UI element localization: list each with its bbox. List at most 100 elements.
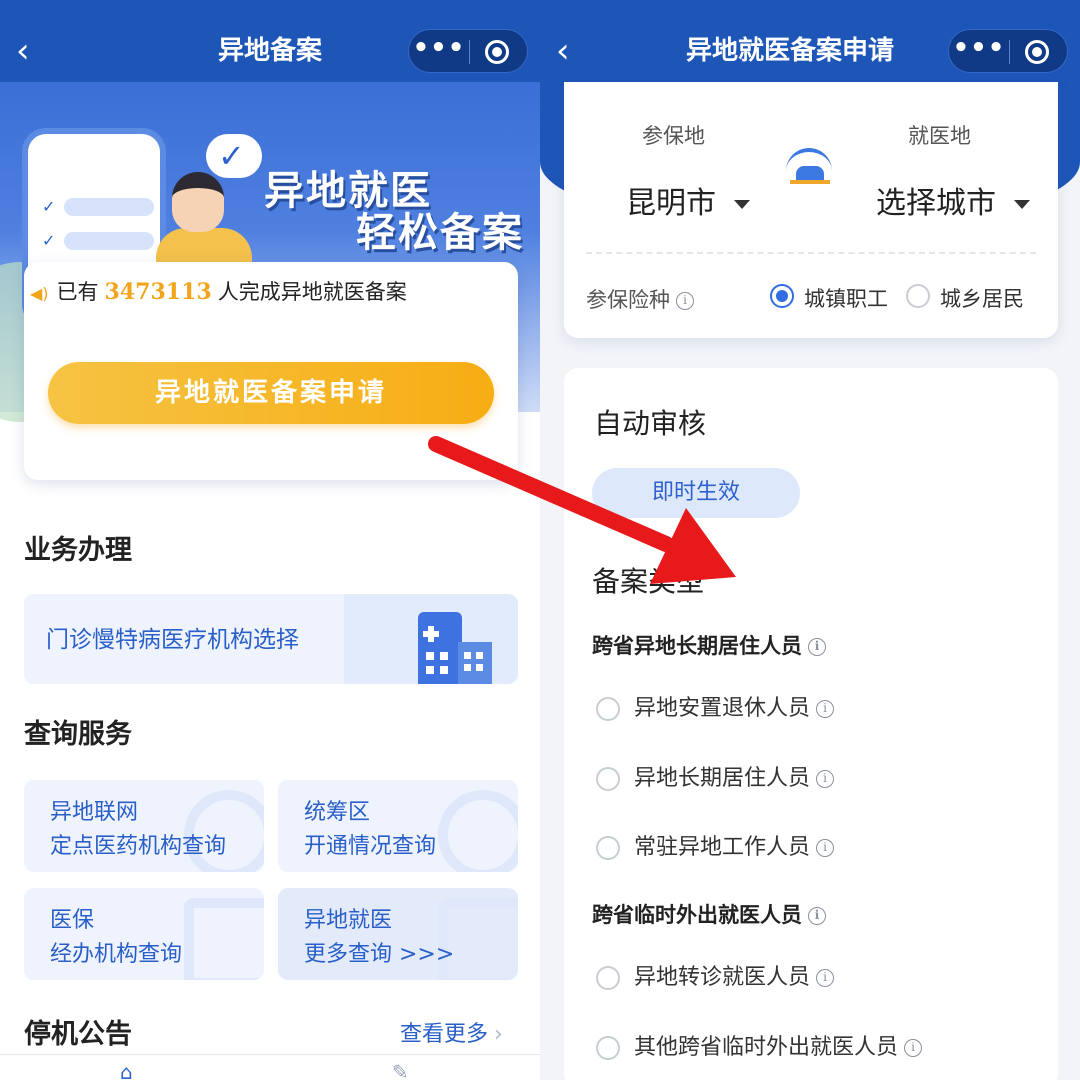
info-icon[interactable]: i (808, 638, 826, 656)
more-dots-icon[interactable]: ••• (409, 30, 469, 74)
option-text: 异地转诊就医人员 (634, 965, 811, 990)
auto-review-title: 自动审核 (594, 407, 707, 440)
edit-tab-icon[interactable]: ✎ (392, 1062, 420, 1080)
right-nav-bar: ‹ 异地就医备案申请 ••• (540, 0, 1080, 82)
radio-button[interactable] (596, 836, 620, 860)
chat-check-bubble-icon: ✓ (206, 134, 262, 178)
urban-employee-label[interactable]: 城镇职工 (804, 283, 888, 313)
query-card-more[interactable]: 异地就医 更多查询 >>> (278, 888, 518, 980)
info-icon[interactable]: i (808, 907, 826, 925)
record-type-title: 备案类型 (592, 565, 705, 598)
bottom-tab-bar: ⌂ ✎ (0, 1054, 540, 1080)
treatment-city-value: 选择城市 (876, 186, 996, 221)
option-text: 常驻异地工作人员 (634, 835, 811, 860)
annex-window (476, 664, 483, 671)
notice-prefix: 已有 (56, 280, 99, 304)
group-temporary-treatment: 跨省临时外出就医人员 i (592, 899, 826, 929)
query-card-agencies[interactable]: 医保 经办机构查询 (24, 888, 264, 980)
layers-decoration-icon (184, 898, 264, 980)
insured-city-value: 昆明市 (626, 186, 716, 221)
close-target-icon[interactable] (485, 40, 509, 64)
info-icon[interactable]: i (816, 969, 835, 987)
group-long-term-residents: 跨省异地长期居住人员 i (592, 630, 826, 660)
speaker-icon: ◀) (30, 284, 49, 303)
radio-button[interactable] (596, 1036, 620, 1060)
completed-count: 3473113 (104, 279, 212, 305)
completed-count-notice: ◀) 已有 3473113 人完成异地就医备案 (30, 276, 407, 308)
option-resettled-retiree[interactable]: 异地安置退休人员 i (596, 694, 1036, 724)
annex-window (476, 652, 483, 659)
insured-city-select[interactable]: 昆明市 (626, 178, 750, 222)
insurance-type-label: 参保险种 i (586, 284, 694, 314)
annex-window (464, 652, 471, 659)
option-long-term-resident[interactable]: 异地长期居住人员 i (596, 764, 1036, 794)
query-card-line2: 更多查询 >>> (304, 942, 455, 967)
swap-city-icon[interactable] (784, 146, 836, 190)
mini-program-capsule: ••• (948, 29, 1068, 73)
location-pin-decoration-icon (438, 790, 518, 872)
query-card-pooling-area[interactable]: 统筹区 开通情况查询 (278, 780, 518, 872)
screenshot-stage: ‹ 异地备案 ••• ✓ ✓ ✓ 异地就医 轻松备案 ◀) 已有 3473113 人完… (0, 0, 1080, 1080)
query-card-line1: 异地联网 (50, 800, 139, 825)
home-tab-icon[interactable]: ⌂ (120, 1062, 148, 1080)
option-label: 常驻异地工作人员 i (634, 833, 835, 863)
radio-urban-rural-resident[interactable] (906, 284, 930, 308)
query-card-line1: 统筹区 (304, 800, 371, 825)
radio-button[interactable] (596, 767, 620, 791)
left-nav-bar: ‹ 异地备案 ••• (0, 0, 540, 82)
person-illustration-head (172, 172, 224, 232)
dropdown-caret-icon (1014, 200, 1030, 209)
urban-rural-resident-label[interactable]: 城乡居民 (940, 283, 1024, 313)
check-icon: ✓ (42, 197, 56, 216)
info-icon[interactable]: i (816, 770, 835, 788)
info-icon[interactable]: i (676, 292, 694, 310)
hospital-window (426, 666, 434, 674)
hospital-cross-h (423, 631, 439, 637)
swap-road (790, 180, 830, 184)
treatment-city-select[interactable]: 选择城市 (876, 178, 1030, 222)
option-label: 其他跨省临时外出就医人员 i (634, 1033, 923, 1063)
info-icon[interactable]: i (816, 839, 835, 857)
insured-place-label: 参保地 (642, 124, 705, 148)
location-divider (586, 252, 1036, 254)
hospital-annex-icon (458, 642, 492, 684)
hospital-window (440, 666, 448, 674)
hospital-window (440, 652, 448, 660)
view-more-label: 查看更多 (400, 1022, 489, 1047)
option-referral-treatment[interactable]: 异地转诊就医人员 i (596, 963, 1036, 993)
option-label: 异地安置退休人员 i (634, 694, 835, 724)
insurance-type-text: 参保险种 (586, 288, 670, 312)
option-label: 异地转诊就医人员 i (634, 963, 835, 993)
radio-button[interactable] (596, 697, 620, 721)
close-target-icon[interactable] (1025, 40, 1049, 64)
phone-row (64, 198, 154, 216)
more-dots-icon[interactable]: ••• (949, 30, 1009, 74)
query-card-line2: 开通情况查询 (304, 834, 437, 859)
apply-remote-filing-button[interactable]: 异地就医备案申请 (48, 362, 494, 424)
info-icon[interactable]: i (904, 1039, 923, 1057)
instant-effect-badge: 即时生效 (592, 468, 800, 518)
outpatient-institution-label: 门诊慢特病医疗机构选择 (46, 627, 299, 653)
treatment-place-label: 就医地 (908, 124, 971, 148)
banner-title-line2: 轻松备案 (356, 210, 524, 256)
chevron-right-icon: › (494, 1022, 503, 1047)
view-more-link[interactable]: 查看更多 › (400, 1016, 503, 1048)
option-other-temporary[interactable]: 其他跨省临时外出就医人员 i (596, 1033, 1036, 1063)
downtime-notice-title: 停机公告 (24, 1019, 132, 1050)
option-label: 异地长期居住人员 i (634, 764, 835, 794)
left-screen: ‹ 异地备案 ••• ✓ ✓ ✓ 异地就医 轻松备案 ◀) 已有 3473113 人完… (0, 0, 540, 1080)
query-section-title: 查询服务 (24, 719, 132, 750)
group-title: 跨省异地长期居住人员 (592, 634, 802, 658)
hospital-icon (418, 612, 462, 684)
query-card-designated-institutions[interactable]: 异地联网 定点医药机构查询 (24, 780, 264, 872)
notice-suffix: 人完成异地就医备案 (217, 280, 407, 304)
option-resident-worker[interactable]: 常驻异地工作人员 i (596, 833, 1036, 863)
info-icon[interactable]: i (816, 700, 835, 718)
right-screen: ‹ 异地就医备案申请 ••• 参保地 昆明市 就医地 选择城市 参保险种 i 城镇… (540, 0, 1080, 1080)
radio-urban-employee[interactable] (770, 284, 794, 308)
capsule-divider (1009, 40, 1010, 64)
query-card-line2: 定点医药机构查询 (50, 834, 227, 859)
capsule-divider (469, 40, 470, 64)
hospital-window (426, 652, 434, 660)
radio-button[interactable] (596, 966, 620, 990)
